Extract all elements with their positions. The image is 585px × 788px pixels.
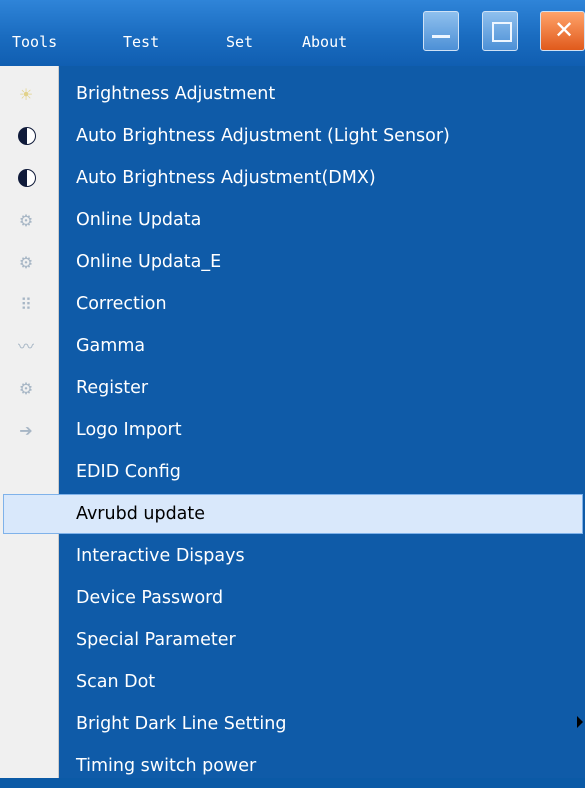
menu-item-label: Gamma bbox=[76, 336, 146, 356]
menu-item-label: Auto Brightness Adjustment (Light Sensor… bbox=[76, 126, 450, 146]
menu-item-logo-import[interactable]: ➔ Logo Import bbox=[0, 410, 585, 452]
menu-item-edid-config[interactable]: EDID Config bbox=[0, 452, 585, 494]
menu-item-label: EDID Config bbox=[76, 462, 181, 482]
half-moon-icon bbox=[18, 127, 36, 145]
menu-item-label: Special Parameter bbox=[76, 630, 236, 650]
menu-item-label: Scan Dot bbox=[76, 672, 156, 692]
menu-item-label: Correction bbox=[76, 294, 167, 314]
menu-test[interactable]: Test bbox=[123, 33, 159, 51]
close-button[interactable]: ✕ bbox=[540, 11, 585, 51]
menu-item-label: Interactive Dispays bbox=[76, 546, 245, 566]
menu-item-auto-brightness-dmx[interactable]: Auto Brightness Adjustment(DMX) bbox=[0, 158, 585, 200]
gear-icon: ⚙ bbox=[18, 379, 34, 398]
menu-item-label: Bright Dark Line Setting bbox=[76, 714, 287, 734]
menu-item-label: Auto Brightness Adjustment(DMX) bbox=[76, 168, 376, 188]
menu-item-timing-switch-power[interactable]: Timing switch power bbox=[0, 746, 585, 788]
menu-item-brightness-adjustment[interactable]: ☀ Brightness Adjustment bbox=[0, 74, 585, 116]
menu-item-label: Online Updata bbox=[76, 210, 202, 230]
maximize-button[interactable] bbox=[482, 11, 518, 51]
menu-item-avrubd-update[interactable]: Avrubd update bbox=[3, 494, 583, 534]
menu-item-device-password[interactable]: Device Password bbox=[0, 578, 585, 620]
menu-item-label: Online Updata_E bbox=[76, 252, 222, 272]
menu-item-label: Timing switch power bbox=[76, 756, 257, 776]
menu-item-auto-brightness-light-sensor[interactable]: Auto Brightness Adjustment (Light Sensor… bbox=[0, 116, 585, 158]
menu-item-label: Logo Import bbox=[76, 420, 182, 440]
submenu-arrow-icon bbox=[577, 716, 583, 728]
menu-item-bright-dark-line-setting[interactable]: Bright Dark Line Setting bbox=[0, 704, 585, 746]
curve-icon: 〰 bbox=[17, 337, 34, 356]
menu-item-label: Brightness Adjustment bbox=[76, 84, 276, 104]
minimize-icon bbox=[432, 35, 450, 38]
grid-icon: ⠿ bbox=[20, 295, 32, 314]
menu-item-gamma[interactable]: 〰 Gamma bbox=[0, 326, 585, 368]
menu-item-scan-dot[interactable]: Scan Dot bbox=[0, 662, 585, 704]
menu-tools[interactable]: Tools bbox=[12, 33, 57, 51]
menu-about[interactable]: About bbox=[302, 33, 347, 51]
minimize-button[interactable] bbox=[423, 11, 459, 51]
menu-item-register[interactable]: ⚙ Register bbox=[0, 368, 585, 410]
gear-icon: ⚙ bbox=[18, 211, 34, 230]
menu-item-online-updata[interactable]: ⚙ Online Updata bbox=[0, 200, 585, 242]
menu-item-online-updata-e[interactable]: ⚙ Online Updata_E bbox=[0, 242, 585, 284]
maximize-icon bbox=[492, 22, 512, 42]
menu-item-interactive-displays[interactable]: Interactive Dispays bbox=[0, 536, 585, 578]
menu-item-label: Device Password bbox=[76, 588, 224, 608]
menu-item-label: Register bbox=[76, 378, 149, 398]
import-icon: ➔ bbox=[19, 421, 33, 440]
close-icon: ✕ bbox=[554, 16, 575, 44]
menu-item-label: Avrubd update bbox=[76, 504, 206, 524]
menu-bar: Tools Test Set About ✕ bbox=[0, 0, 585, 66]
menu-item-correction[interactable]: ⠿ Correction bbox=[0, 284, 585, 326]
sun-icon: ☀ bbox=[18, 85, 34, 104]
gear-icon: ⚙ bbox=[18, 253, 34, 272]
half-moon-icon bbox=[18, 169, 36, 187]
menu-set[interactable]: Set bbox=[226, 33, 253, 51]
tools-dropdown-menu: ☀ Brightness Adjustment Auto Brightness … bbox=[0, 66, 585, 778]
menu-item-special-parameter[interactable]: Special Parameter bbox=[0, 620, 585, 662]
